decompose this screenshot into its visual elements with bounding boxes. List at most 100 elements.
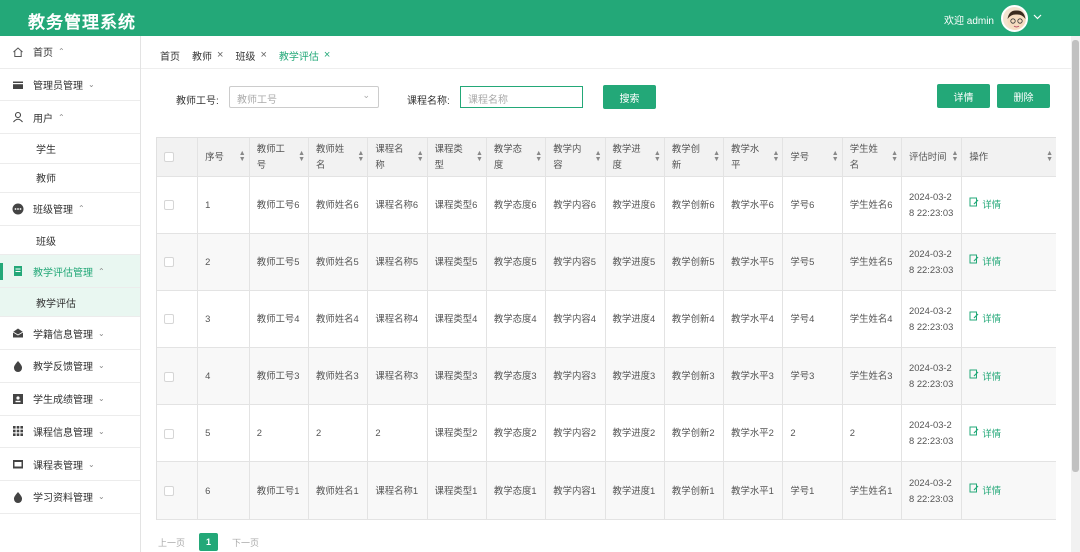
column-header[interactable]: 学生姓名 ▲ ▼ bbox=[842, 138, 903, 177]
sidebar-subitem-teacher[interactable]: 教师 bbox=[0, 164, 140, 194]
tab-teaching-eval[interactable]: 教学评估 × bbox=[279, 45, 330, 65]
table-cell: 5 bbox=[197, 404, 250, 463]
sidebar-item-user[interactable]: 用户 ⌃ bbox=[0, 101, 140, 135]
sort-icon[interactable]: ▲ ▼ bbox=[951, 150, 958, 163]
table-cell: 教师工号4 bbox=[249, 290, 310, 349]
checkbox[interactable] bbox=[164, 371, 174, 382]
row-select-cell[interactable] bbox=[157, 347, 199, 406]
action-cell: 详情 bbox=[961, 176, 1056, 234]
sidebar-item-label: 用户 bbox=[33, 113, 53, 125]
sort-icon[interactable]: ▲ ▼ bbox=[891, 150, 898, 163]
table-row: 2 教师工号5 教师姓名5 课程名称5 课程类型5 教学态度5 教学内容5 教学进度5 教学创新… bbox=[157, 233, 1056, 291]
sort-icon[interactable]: ▲ ▼ bbox=[595, 150, 602, 163]
row-select-cell[interactable] bbox=[157, 176, 199, 234]
sidebar-item-eval-mgmt[interactable]: 教学评估管理 ⌃ bbox=[0, 255, 140, 288]
column-header[interactable]: 教师工号 ▲ ▼ bbox=[249, 138, 310, 177]
close-icon[interactable]: × bbox=[217, 49, 223, 61]
column-header[interactable]: 教学内容 ▲ ▼ bbox=[545, 138, 606, 177]
column-header[interactable]: 评估时间 ▲ ▼ bbox=[901, 138, 963, 177]
sort-icon[interactable]: ▲ ▼ bbox=[772, 150, 779, 163]
checkbox[interactable] bbox=[164, 152, 174, 163]
column-header[interactable]: 学号 ▲ ▼ bbox=[782, 138, 843, 177]
sort-icon[interactable]: ▲ ▼ bbox=[357, 150, 364, 163]
column-header-label: 评估时间 bbox=[909, 150, 947, 162]
page-number-current[interactable]: 1 bbox=[199, 533, 219, 551]
row-detail-label: 详情 bbox=[982, 199, 1002, 211]
table-cell: 教师姓名1 bbox=[308, 461, 369, 520]
sidebar-item-class-mgmt[interactable]: 班级管理 ⌃ bbox=[0, 193, 140, 226]
row-detail-label: 详情 bbox=[982, 313, 1002, 325]
row-detail-link[interactable]: 详情 bbox=[969, 369, 1001, 385]
sidebar-item-materials[interactable]: 学习资料管理 ⌄ bbox=[0, 481, 140, 514]
row-select-cell[interactable] bbox=[157, 461, 199, 520]
sidebar-subitem-eval[interactable]: 教学评估 bbox=[0, 287, 140, 318]
sidebar-item-enrollment[interactable]: 学籍信息管理 ⌄ bbox=[0, 317, 140, 351]
sort-icon[interactable]: ▲ ▼ bbox=[298, 150, 305, 163]
row-detail-link[interactable]: 详情 bbox=[969, 483, 1001, 499]
avatar[interactable] bbox=[1001, 5, 1028, 32]
row-detail-link[interactable]: 详情 bbox=[969, 311, 1001, 327]
table-cell: 教学内容2 bbox=[545, 404, 606, 463]
sort-icon[interactable]: ▲ ▼ bbox=[1046, 150, 1053, 163]
sort-icon[interactable]: ▲ ▼ bbox=[654, 150, 661, 163]
table-cell: 教学创新3 bbox=[664, 347, 725, 406]
row-select-cell[interactable] bbox=[157, 233, 199, 291]
row-detail-link[interactable]: 详情 bbox=[969, 254, 1001, 270]
table-row: 6 教师工号1 教师姓名1 课程名称1 课程类型1 教学态度1 教学内容1 教学进度1 教学创新… bbox=[157, 461, 1056, 520]
checkbox[interactable] bbox=[164, 486, 174, 497]
sidebar-item-course-info[interactable]: 课程信息管理 ⌄ bbox=[0, 416, 140, 449]
detail-button[interactable]: 详情 bbox=[937, 84, 990, 108]
column-header-label: 教师工号 bbox=[256, 142, 285, 170]
sort-icon[interactable]: ▲ ▼ bbox=[239, 150, 246, 163]
select-all-cell[interactable] bbox=[157, 138, 199, 177]
teacher-no-select[interactable]: 教师工号 ⌄ bbox=[229, 86, 379, 108]
sidebar-item-grades[interactable]: 学生成绩管理 ⌄ bbox=[0, 383, 140, 416]
next-page-button[interactable]: 下一页 bbox=[226, 536, 265, 549]
sidebar-subitem-class[interactable]: 班级 bbox=[0, 226, 140, 256]
tab-class[interactable]: 班级 × bbox=[235, 45, 266, 65]
sort-icon[interactable]: ▲ ▼ bbox=[832, 150, 839, 163]
column-header[interactable]: 课程类型 ▲ ▼ bbox=[427, 138, 487, 177]
search-button[interactable]: 搜索 bbox=[603, 85, 656, 109]
checkbox[interactable] bbox=[164, 428, 174, 439]
column-header[interactable]: 教学水平 ▲ ▼ bbox=[723, 138, 784, 177]
chevron-down-icon[interactable] bbox=[1033, 12, 1042, 22]
checkbox[interactable] bbox=[164, 257, 174, 268]
tab-home[interactable]: 首页 bbox=[160, 45, 180, 65]
sidebar-subitem-student[interactable]: 学生 bbox=[0, 134, 140, 164]
close-icon[interactable]: × bbox=[260, 49, 266, 61]
checkbox[interactable] bbox=[164, 200, 174, 211]
sidebar-item-label: 学籍信息管理 bbox=[33, 329, 93, 341]
column-header[interactable]: 教学创新 ▲ ▼ bbox=[664, 138, 725, 177]
sidebar-item-admin[interactable]: 管理员管理 ⌄ bbox=[0, 69, 140, 102]
close-icon[interactable]: × bbox=[324, 49, 330, 61]
column-header[interactable]: 教师姓名 ▲ ▼ bbox=[308, 138, 369, 177]
sort-icon[interactable]: ▲ ▼ bbox=[476, 150, 483, 163]
course-name-input[interactable]: 课程名称 bbox=[460, 86, 583, 108]
table-cell: 4 bbox=[197, 347, 250, 406]
column-header[interactable]: 操作 ▲ ▼ bbox=[961, 138, 1056, 177]
row-select-cell[interactable] bbox=[157, 290, 199, 349]
column-header[interactable]: 序号 ▲ ▼ bbox=[197, 138, 250, 177]
row-select-cell[interactable] bbox=[157, 404, 199, 463]
table-cell: 课程类型3 bbox=[427, 347, 487, 406]
column-header[interactable]: 教学进度 ▲ ▼ bbox=[605, 138, 665, 177]
row-detail-link[interactable]: 详情 bbox=[969, 197, 1001, 213]
checkbox[interactable] bbox=[164, 314, 174, 325]
column-header[interactable]: 课程名称 ▲ ▼ bbox=[367, 138, 428, 177]
scrollbar-thumb[interactable] bbox=[1072, 40, 1079, 472]
sort-icon[interactable]: ▲ ▼ bbox=[535, 150, 542, 163]
sort-icon[interactable]: ▲ ▼ bbox=[417, 150, 424, 163]
tab-teacher[interactable]: 教师 × bbox=[192, 45, 223, 65]
delete-button[interactable]: 删除 bbox=[997, 84, 1050, 108]
sort-icon[interactable]: ▲ ▼ bbox=[713, 150, 720, 163]
row-detail-link[interactable]: 详情 bbox=[969, 426, 1001, 442]
table-cell: 2024-03-28 22:23:03 bbox=[901, 233, 963, 291]
prev-page-button[interactable]: 上一页 bbox=[152, 536, 191, 549]
edit-icon bbox=[969, 369, 979, 385]
sidebar-item-home[interactable]: 首页 ⌃ bbox=[0, 36, 140, 69]
sidebar-item-feedback[interactable]: 教学反馈管理 ⌄ bbox=[0, 350, 140, 383]
chevron-up-icon: ⌃ bbox=[58, 112, 65, 122]
column-header[interactable]: 教学态度 ▲ ▼ bbox=[486, 138, 547, 177]
sidebar-item-timetable[interactable]: 课程表管理 ⌄ bbox=[0, 448, 140, 481]
